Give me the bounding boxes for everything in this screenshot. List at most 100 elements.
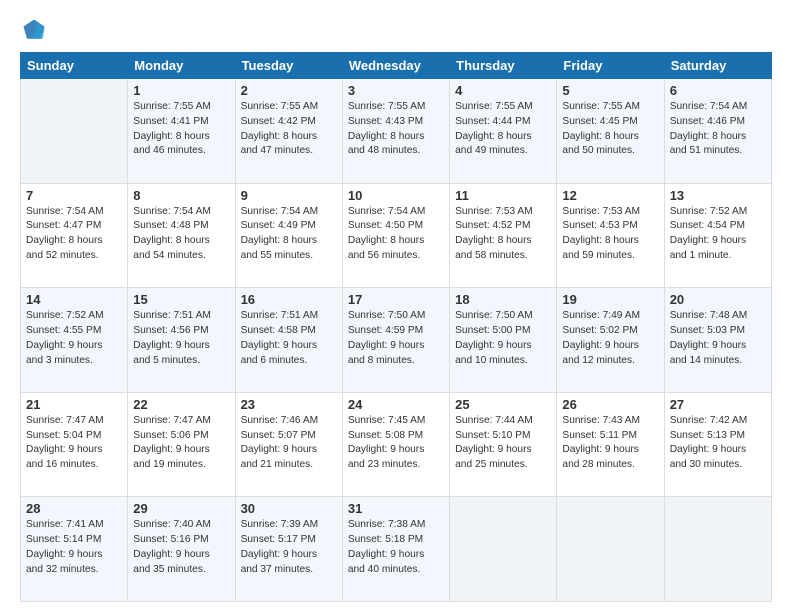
logo <box>20 16 52 44</box>
cell-content: Sunrise: 7:45 AM Sunset: 5:08 PM Dayligh… <box>348 414 444 473</box>
day-number: 25 <box>455 397 551 412</box>
cell-content: Sunrise: 7:53 AM Sunset: 4:52 PM Dayligh… <box>455 205 551 264</box>
cell-content: Sunrise: 7:53 AM Sunset: 4:53 PM Dayligh… <box>562 205 658 264</box>
day-number: 2 <box>241 83 337 98</box>
cell-content: Sunrise: 7:51 AM Sunset: 4:58 PM Dayligh… <box>241 309 337 368</box>
calendar-cell: 22 Sunrise: 7:47 AM Sunset: 5:06 PM Dayli… <box>128 392 235 497</box>
day-number: 24 <box>348 397 444 412</box>
cell-content: Sunrise: 7:48 AM Sunset: 5:03 PM Dayligh… <box>670 309 766 368</box>
cell-content: Sunrise: 7:43 AM Sunset: 5:11 PM Dayligh… <box>562 414 658 473</box>
day-number: 17 <box>348 292 444 307</box>
day-number: 3 <box>348 83 444 98</box>
cell-content: Sunrise: 7:54 AM Sunset: 4:46 PM Dayligh… <box>670 100 766 159</box>
day-number: 30 <box>241 501 337 516</box>
cell-content: Sunrise: 7:49 AM Sunset: 5:02 PM Dayligh… <box>562 309 658 368</box>
weekday-header-tuesday: Tuesday <box>235 53 342 79</box>
weekday-header-thursday: Thursday <box>450 53 557 79</box>
cell-content: Sunrise: 7:47 AM Sunset: 5:06 PM Dayligh… <box>133 414 229 473</box>
day-number: 15 <box>133 292 229 307</box>
logo-icon <box>20 16 48 44</box>
day-number: 31 <box>348 501 444 516</box>
calendar-row: 28Sunrise: 7:41 AM Sunset: 5:14 PM Dayli… <box>21 497 772 602</box>
calendar-cell: 1Sunrise: 7:55 AM Sunset: 4:41 PM Daylig… <box>128 79 235 184</box>
cell-content: Sunrise: 7:39 AM Sunset: 5:17 PM Dayligh… <box>241 518 337 577</box>
day-number: 1 <box>133 83 229 98</box>
calendar-row: 7 Sunrise: 7:54 AM Sunset: 4:47 PM Daylig… <box>21 183 772 288</box>
calendar-cell: 12 Sunrise: 7:53 AM Sunset: 4:53 PM Dayli… <box>557 183 664 288</box>
calendar-cell: 3Sunrise: 7:55 AM Sunset: 4:43 PM Daylig… <box>342 79 449 184</box>
cell-content: Sunrise: 7:47 AM Sunset: 5:04 PM Dayligh… <box>26 414 122 473</box>
calendar-cell: 30 Sunrise: 7:39 AM Sunset: 5:17 PM Dayli… <box>235 497 342 602</box>
cell-content: Sunrise: 7:52 AM Sunset: 4:54 PM Dayligh… <box>670 205 766 264</box>
cell-content: Sunrise: 7:46 AM Sunset: 5:07 PM Dayligh… <box>241 414 337 473</box>
day-number: 21 <box>26 397 122 412</box>
day-number: 4 <box>455 83 551 98</box>
calendar-cell: 26 Sunrise: 7:43 AM Sunset: 5:11 PM Dayli… <box>557 392 664 497</box>
weekday-header-saturday: Saturday <box>664 53 771 79</box>
day-number: 22 <box>133 397 229 412</box>
day-number: 10 <box>348 188 444 203</box>
calendar-cell <box>664 497 771 602</box>
weekday-header-wednesday: Wednesday <box>342 53 449 79</box>
day-number: 9 <box>241 188 337 203</box>
calendar-cell: 29 Sunrise: 7:40 AM Sunset: 5:16 PM Dayli… <box>128 497 235 602</box>
cell-content: Sunrise: 7:41 AM Sunset: 5:14 PM Dayligh… <box>26 518 122 577</box>
day-number: 13 <box>670 188 766 203</box>
calendar-cell: 17 Sunrise: 7:50 AM Sunset: 4:59 PM Dayli… <box>342 288 449 393</box>
cell-content: Sunrise: 7:42 AM Sunset: 5:13 PM Dayligh… <box>670 414 766 473</box>
calendar-cell: 11 Sunrise: 7:53 AM Sunset: 4:52 PM Dayli… <box>450 183 557 288</box>
calendar-cell <box>450 497 557 602</box>
day-number: 14 <box>26 292 122 307</box>
day-number: 11 <box>455 188 551 203</box>
calendar-table: SundayMondayTuesdayWednesdayThursdayFrid… <box>20 52 772 602</box>
day-number: 8 <box>133 188 229 203</box>
header <box>20 16 772 44</box>
cell-content: Sunrise: 7:54 AM Sunset: 4:48 PM Dayligh… <box>133 205 229 264</box>
calendar-row: 21 Sunrise: 7:47 AM Sunset: 5:04 PM Dayli… <box>21 392 772 497</box>
cell-content: Sunrise: 7:44 AM Sunset: 5:10 PM Dayligh… <box>455 414 551 473</box>
calendar-cell: 9 Sunrise: 7:54 AM Sunset: 4:49 PM Daylig… <box>235 183 342 288</box>
day-number: 26 <box>562 397 658 412</box>
cell-content: Sunrise: 7:50 AM Sunset: 5:00 PM Dayligh… <box>455 309 551 368</box>
calendar-cell: 16Sunrise: 7:51 AM Sunset: 4:58 PM Dayli… <box>235 288 342 393</box>
day-number: 7 <box>26 188 122 203</box>
cell-content: Sunrise: 7:40 AM Sunset: 5:16 PM Dayligh… <box>133 518 229 577</box>
weekday-header-row: SundayMondayTuesdayWednesdayThursdayFrid… <box>21 53 772 79</box>
day-number: 19 <box>562 292 658 307</box>
calendar-cell: 28Sunrise: 7:41 AM Sunset: 5:14 PM Dayli… <box>21 497 128 602</box>
day-number: 29 <box>133 501 229 516</box>
weekday-header-friday: Friday <box>557 53 664 79</box>
day-number: 20 <box>670 292 766 307</box>
calendar-cell: 2 Sunrise: 7:55 AM Sunset: 4:42 PM Daylig… <box>235 79 342 184</box>
day-number: 6 <box>670 83 766 98</box>
calendar-cell: 13 Sunrise: 7:52 AM Sunset: 4:54 PM Dayli… <box>664 183 771 288</box>
calendar-cell: 5Sunrise: 7:55 AM Sunset: 4:45 PM Daylig… <box>557 79 664 184</box>
day-number: 27 <box>670 397 766 412</box>
calendar-cell <box>557 497 664 602</box>
calendar-cell: 23Sunrise: 7:46 AM Sunset: 5:07 PM Dayli… <box>235 392 342 497</box>
calendar-cell: 8 Sunrise: 7:54 AM Sunset: 4:48 PM Daylig… <box>128 183 235 288</box>
calendar-cell: 27 Sunrise: 7:42 AM Sunset: 5:13 PM Dayli… <box>664 392 771 497</box>
cell-content: Sunrise: 7:38 AM Sunset: 5:18 PM Dayligh… <box>348 518 444 577</box>
calendar-cell: 21 Sunrise: 7:47 AM Sunset: 5:04 PM Dayli… <box>21 392 128 497</box>
cell-content: Sunrise: 7:55 AM Sunset: 4:42 PM Dayligh… <box>241 100 337 159</box>
calendar-cell: 24 Sunrise: 7:45 AM Sunset: 5:08 PM Dayli… <box>342 392 449 497</box>
day-number: 5 <box>562 83 658 98</box>
cell-content: Sunrise: 7:51 AM Sunset: 4:56 PM Dayligh… <box>133 309 229 368</box>
cell-content: Sunrise: 7:50 AM Sunset: 4:59 PM Dayligh… <box>348 309 444 368</box>
cell-content: Sunrise: 7:54 AM Sunset: 4:47 PM Dayligh… <box>26 205 122 264</box>
calendar-cell: 19 Sunrise: 7:49 AM Sunset: 5:02 PM Dayli… <box>557 288 664 393</box>
cell-content: Sunrise: 7:54 AM Sunset: 4:49 PM Dayligh… <box>241 205 337 264</box>
calendar-cell: 10Sunrise: 7:54 AM Sunset: 4:50 PM Dayli… <box>342 183 449 288</box>
calendar-cell: 7 Sunrise: 7:54 AM Sunset: 4:47 PM Daylig… <box>21 183 128 288</box>
calendar-cell: 18 Sunrise: 7:50 AM Sunset: 5:00 PM Dayli… <box>450 288 557 393</box>
day-number: 12 <box>562 188 658 203</box>
calendar-cell: 31 Sunrise: 7:38 AM Sunset: 5:18 PM Dayli… <box>342 497 449 602</box>
day-number: 18 <box>455 292 551 307</box>
weekday-header-monday: Monday <box>128 53 235 79</box>
calendar-cell: 6 Sunrise: 7:54 AM Sunset: 4:46 PM Daylig… <box>664 79 771 184</box>
calendar-cell: 20 Sunrise: 7:48 AM Sunset: 5:03 PM Dayli… <box>664 288 771 393</box>
calendar-cell <box>21 79 128 184</box>
calendar-cell: 15 Sunrise: 7:51 AM Sunset: 4:56 PM Dayli… <box>128 288 235 393</box>
calendar-cell: 14Sunrise: 7:52 AM Sunset: 4:55 PM Dayli… <box>21 288 128 393</box>
